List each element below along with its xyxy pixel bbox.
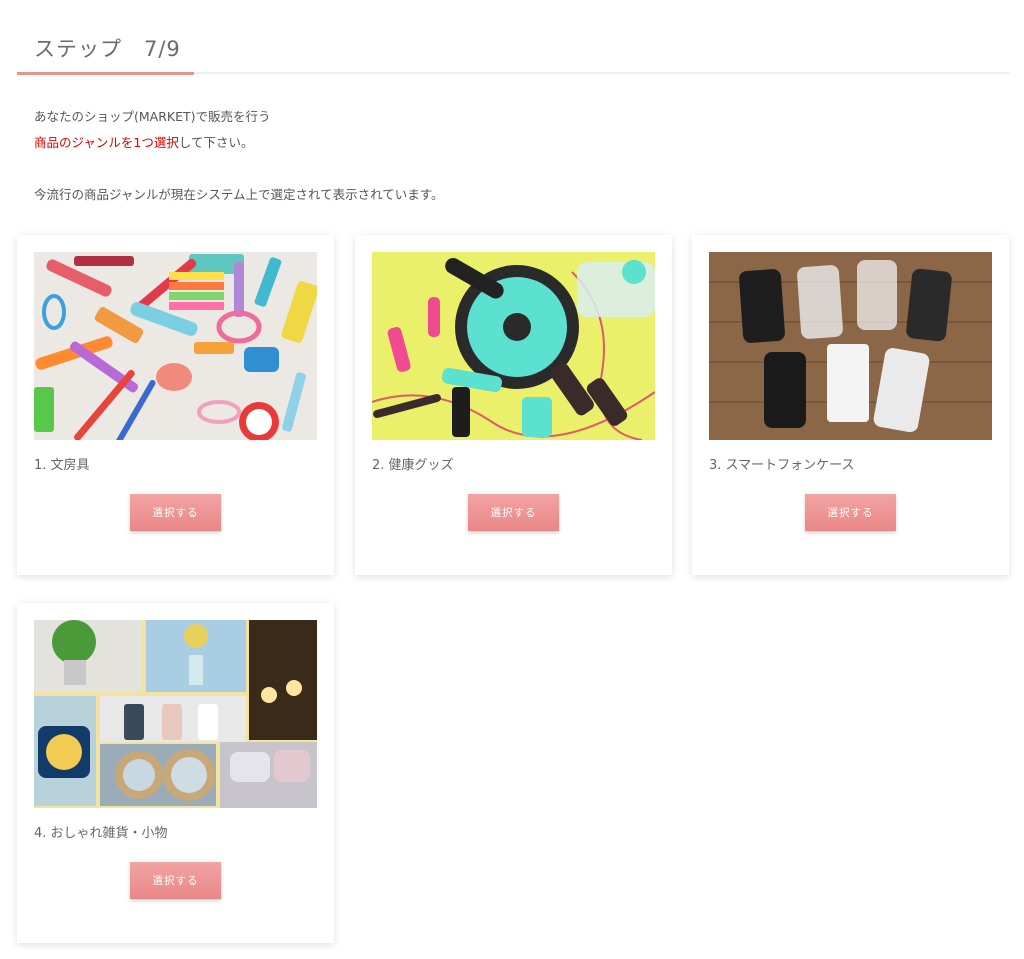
- instruction-line-2-rest: して下さい。: [178, 135, 254, 150]
- genre-card-interior-goods: 4. おしゃれ雑貨・小物 選択する: [17, 603, 334, 943]
- select-button-stationery[interactable]: 選択する: [130, 494, 221, 531]
- header-accent-bar: [17, 72, 194, 75]
- smartphone-cases-photo: [709, 252, 992, 440]
- select-button-smartphone-cases[interactable]: 選択する: [805, 494, 896, 531]
- select-button-fitness[interactable]: 選択する: [468, 494, 559, 531]
- interior-goods-collage: [34, 620, 317, 808]
- select-button-interior-goods[interactable]: 選択する: [130, 862, 221, 899]
- stationery-photo: [34, 252, 317, 440]
- genre-card-fitness: 2. 健康グッズ 選択する: [355, 235, 672, 575]
- fitness-goods-photo: [372, 252, 655, 440]
- card-label: 2. 健康グッズ: [372, 458, 454, 473]
- step-title: ステップ 7/9: [34, 37, 181, 61]
- instruction-line-1: あなたのショップ(MARKET)で販売を行う: [34, 109, 271, 124]
- instruction-line-3: 今流行の商品ジャンルが現在システム上で選定されて表示されています。: [34, 187, 444, 202]
- instruction-highlight: 商品のジャンルを1つ選択: [34, 135, 179, 150]
- step-header: ステップ 7/9: [17, 0, 1010, 76]
- genre-card-stationery: 1. 文房具 選択する: [17, 235, 334, 575]
- card-label: 1. 文房具: [34, 458, 90, 473]
- instructions: あなたのショップ(MARKET)で販売を行う 商品のジャンルを1つ選択して下さい…: [34, 104, 444, 208]
- instruction-spacer: [34, 156, 444, 182]
- card-label: 3. スマートフォンケース: [709, 458, 855, 473]
- genre-card-smartphone-cases: 3. スマートフォンケース 選択する: [692, 235, 1009, 575]
- card-label: 4. おしゃれ雑貨・小物: [34, 826, 168, 841]
- instruction-line-2: 商品のジャンルを1つ選択して下さい。: [34, 130, 444, 156]
